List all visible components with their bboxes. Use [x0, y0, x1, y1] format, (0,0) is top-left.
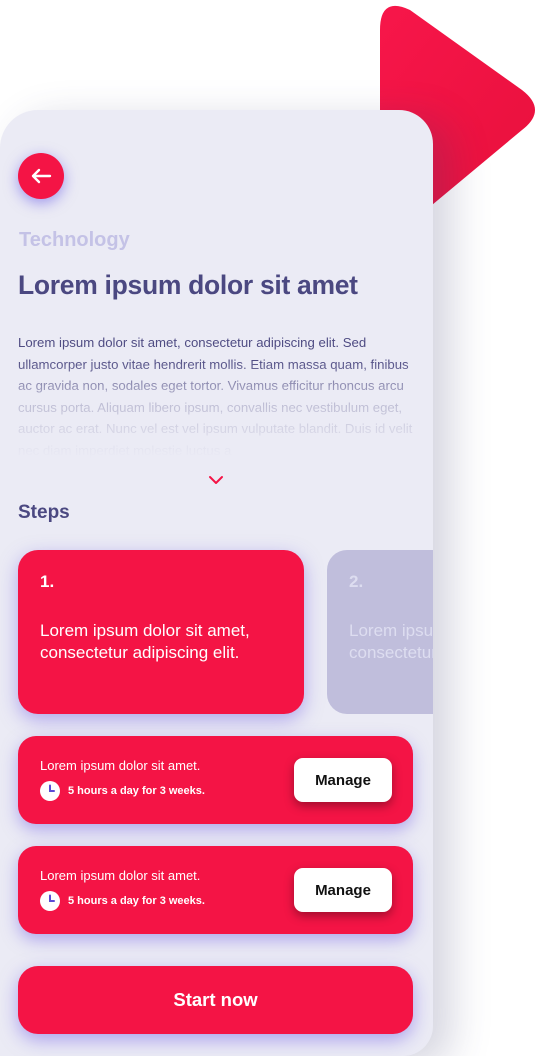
article-body: Lorem ipsum dolor sit amet, consectetur …: [18, 335, 413, 458]
category-label: Technology: [19, 229, 130, 251]
chevron-down-icon: [209, 476, 223, 484]
task-title: Lorem ipsum dolor sit amet.: [40, 868, 201, 883]
task-duration: 5 hours a day for 3 weeks.: [68, 785, 205, 797]
step-number: 2.: [349, 572, 364, 591]
start-now-button[interactable]: Start now: [18, 966, 413, 1034]
step-card-2[interactable]: 2. Lorem ipsum dolor sit amet, consectet…: [327, 550, 433, 714]
task-duration: 5 hours a day for 3 weeks.: [68, 895, 205, 907]
step-number: 1.: [40, 572, 55, 591]
phone-screen: Technology Lorem ipsum dolor sit amet Lo…: [0, 110, 433, 1056]
task-title: Lorem ipsum dolor sit amet.: [40, 758, 201, 773]
task-card: Lorem ipsum dolor sit amet. 5 hours a da…: [18, 736, 413, 824]
arrow-left-icon: [31, 168, 52, 184]
clock-icon: [40, 891, 60, 911]
clock-icon: [40, 781, 60, 801]
steps-heading: Steps: [18, 502, 70, 523]
task-card: Lorem ipsum dolor sit amet. 5 hours a da…: [18, 846, 413, 934]
step-text: Lorem ipsum dolor sit amet, consectetur …: [349, 621, 433, 662]
step-text: Lorem ipsum dolor sit amet, consectetur …: [40, 621, 250, 662]
manage-button[interactable]: Manage: [294, 868, 392, 912]
page-title: Lorem ipsum dolor sit amet: [18, 270, 358, 300]
expand-button[interactable]: [204, 472, 228, 488]
manage-button[interactable]: Manage: [294, 758, 392, 802]
step-card-1[interactable]: 1. Lorem ipsum dolor sit amet, consectet…: [18, 550, 304, 714]
back-button[interactable]: [18, 153, 64, 199]
task-meta: 5 hours a day for 3 weeks.: [40, 891, 205, 911]
task-meta: 5 hours a day for 3 weeks.: [40, 781, 205, 801]
